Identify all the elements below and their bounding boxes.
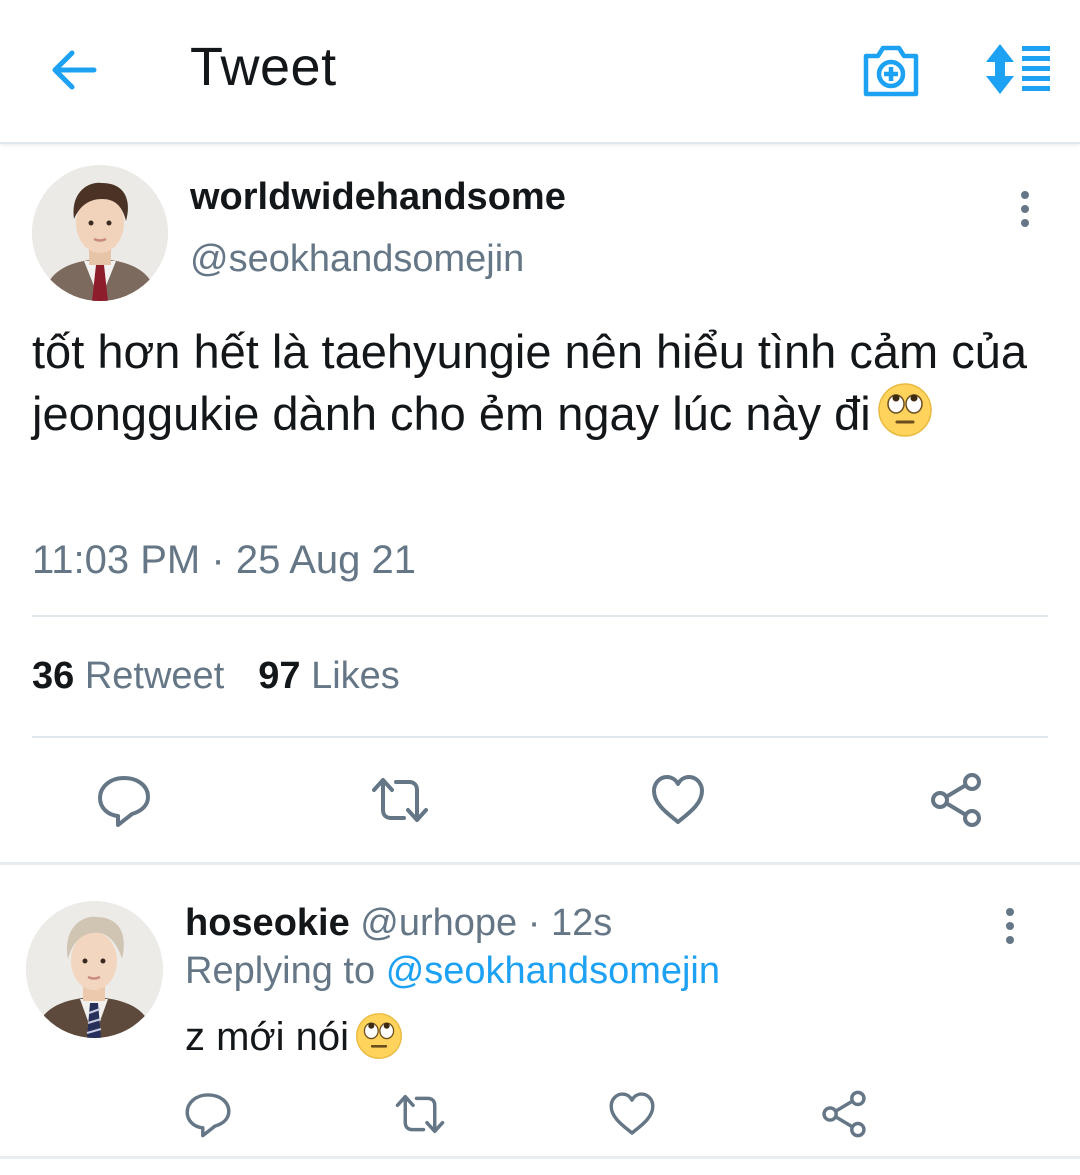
reply-display-name[interactable]: hoseokie — [185, 902, 350, 944]
app-header: Tweet — [0, 0, 1080, 144]
reply-icon — [185, 1093, 231, 1138]
arrow-left-icon — [52, 50, 97, 90]
retweets-stat[interactable]: 36 Retweet — [32, 655, 224, 697]
rolling-eyes-emoji-icon — [356, 1013, 402, 1059]
section-divider — [0, 1156, 1080, 1159]
tweet-timestamp: 11:03 PM · 25 Aug 21 — [32, 538, 416, 583]
likes-stat[interactable]: 97 Likes — [258, 655, 400, 697]
tweet-time: 11:03 PM — [32, 538, 201, 582]
profile-photo — [32, 165, 168, 301]
more-options-button[interactable] — [1005, 185, 1045, 233]
likes-count: 97 — [258, 655, 301, 697]
more-vertical-icon — [1006, 908, 1014, 944]
reply-separator: · — [527, 902, 541, 944]
reply-retweet-button[interactable] — [394, 1088, 446, 1140]
retweet-icon — [395, 1094, 445, 1134]
author-display-name[interactable]: worldwidehandsome — [190, 176, 566, 219]
camera-add-icon — [863, 45, 919, 97]
likes-label: Likes — [311, 655, 400, 697]
tweet-stats: 36 Retweet 97 Likes — [32, 655, 400, 698]
timestamp-separator: · — [211, 538, 225, 582]
reply-share-button[interactable] — [818, 1088, 870, 1140]
author-handle[interactable]: @seokhandsomejin — [190, 238, 524, 281]
reply-button[interactable] — [94, 770, 154, 830]
sort-button[interactable] — [982, 42, 1052, 96]
tweet-body: tốt hơn hết là taehyungie nên hiểu tình … — [32, 322, 1052, 444]
page-title: Tweet — [190, 37, 337, 97]
like-button[interactable] — [648, 770, 708, 830]
sort-icon — [986, 44, 1050, 94]
heart-icon — [652, 775, 704, 824]
more-vertical-icon — [1021, 191, 1029, 227]
section-divider — [0, 862, 1080, 865]
avatar[interactable] — [32, 165, 168, 301]
reply-more-options-button[interactable] — [990, 902, 1030, 950]
reply-like-button[interactable] — [606, 1088, 658, 1140]
divider — [32, 615, 1048, 617]
replying-to: Replying to @seokhandsomejin — [185, 950, 720, 993]
reply-handle[interactable]: @urhope — [360, 902, 517, 944]
retweets-label: Retweet — [84, 655, 225, 697]
reply-text: z mới nói — [185, 1015, 350, 1059]
reply-time: 12s — [550, 902, 613, 944]
replying-to-handle-link[interactable]: @seokhandsomejin — [386, 950, 720, 992]
tweet-date: 25 Aug 21 — [235, 538, 417, 582]
profile-photo — [26, 901, 163, 1038]
retweet-button[interactable] — [370, 770, 430, 830]
share-button[interactable] — [926, 770, 986, 830]
share-icon — [822, 1090, 866, 1138]
reply-body: z mới nói — [185, 1012, 403, 1060]
heart-icon — [609, 1092, 655, 1135]
share-icon — [931, 773, 981, 827]
divider — [32, 736, 1048, 738]
reply-header: hoseokie @urhope · 12s — [185, 902, 612, 945]
rolling-eyes-emoji-icon — [878, 383, 932, 437]
back-button[interactable] — [44, 40, 104, 100]
reply-icon — [98, 776, 150, 827]
reply-avatar[interactable] — [26, 901, 163, 1038]
reply-reply-button[interactable] — [182, 1088, 234, 1140]
retweets-count: 36 — [32, 655, 75, 697]
camera-button[interactable] — [862, 42, 920, 98]
replying-to-label: Replying to — [185, 950, 376, 992]
retweet-icon — [372, 778, 428, 822]
